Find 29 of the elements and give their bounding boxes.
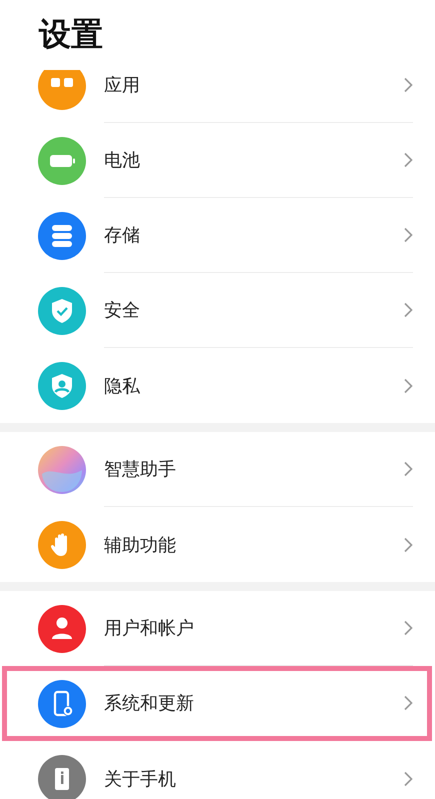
chevron-icon [403, 620, 413, 636]
chevron-icon [403, 227, 413, 243]
chevron-icon [403, 536, 413, 552]
settings-item[interactable]: 安全 [104, 298, 403, 322]
settings-item[interactable]: 关于手机 [104, 766, 403, 790]
chevron-icon [403, 378, 413, 394]
page-title: 设置 [39, 14, 103, 55]
settings-item[interactable]: 用户和帐户 [104, 616, 403, 640]
chevron-icon [403, 461, 413, 477]
assistant-icon [38, 446, 86, 494]
settings-item[interactable]: 智慧助手 [104, 457, 403, 481]
settings-item[interactable]: 隐私 [104, 374, 403, 398]
security-icon [38, 286, 86, 334]
user-icon [38, 604, 86, 652]
settings-item[interactable]: 辅助功能 [104, 532, 403, 556]
settings-item[interactable]: 系统和更新 [104, 691, 403, 715]
chevron-icon [403, 152, 413, 168]
privacy-icon [38, 362, 86, 410]
chevron-icon [403, 77, 413, 93]
settings-item[interactable]: 应用 [104, 73, 403, 97]
system-icon [38, 680, 86, 728]
battery-icon [38, 136, 86, 184]
chevron-icon [403, 770, 413, 786]
settings-item[interactable]: 存储 [104, 223, 403, 247]
chevron-icon [403, 302, 413, 318]
settings-item[interactable]: 电池 [104, 148, 403, 172]
chevron-icon [403, 695, 413, 711]
storage-icon [38, 212, 86, 260]
accessibility-icon [38, 520, 86, 568]
